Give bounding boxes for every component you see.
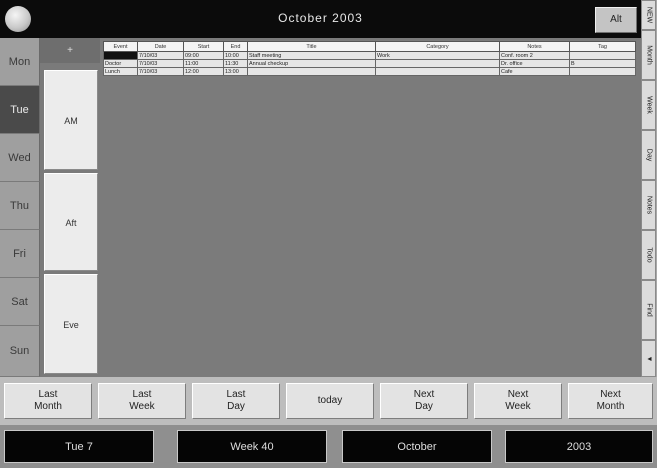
table-cell: B	[569, 59, 636, 68]
tab-month[interactable]: Month	[641, 30, 656, 80]
right-tab-strip: NEW Month Week Day Notes Todo Find ▼	[641, 0, 657, 377]
today-button[interactable]: today	[286, 383, 374, 419]
col-header[interactable]: Title	[247, 41, 376, 52]
slot-aft[interactable]: Aft	[44, 173, 98, 271]
col-header[interactable]: Category	[375, 41, 500, 52]
time-slot-column: + AM Aft Eve	[40, 38, 100, 377]
next-month-button[interactable]: Next Month	[568, 383, 653, 419]
tab-scroll[interactable]: ▼	[641, 340, 656, 377]
table-cell: Doctor	[103, 59, 138, 68]
table-cell	[569, 51, 636, 60]
day-list: Mon Tue Wed Thu Fri Sat Sun	[0, 38, 40, 377]
event-grid-area: Event Date Start End Title Category Note…	[100, 38, 641, 377]
col-header[interactable]: Event	[103, 41, 138, 52]
table-cell: 11:00	[183, 59, 224, 68]
table-cell: Lunch	[103, 67, 138, 76]
last-week-button[interactable]: Last Week	[98, 383, 186, 419]
current-month: October	[342, 430, 492, 463]
table-cell	[569, 67, 636, 76]
last-day-button[interactable]: Last Day	[192, 383, 280, 419]
day-fri[interactable]: Fri	[0, 230, 40, 278]
col-header[interactable]: End	[223, 41, 248, 52]
table-cell	[103, 51, 138, 60]
navigation-bar: Last Month Last Week Last Day today Next…	[0, 377, 657, 425]
table-row[interactable]: Doctor 7/10/03 11:00 11:30 Annual checku…	[103, 59, 636, 68]
next-day-button[interactable]: Next Day	[380, 383, 468, 419]
table-header-row: Event Date Start End Title Category Note…	[103, 41, 636, 52]
tab-week[interactable]: Week	[641, 80, 656, 130]
col-header[interactable]: Tag	[569, 41, 636, 52]
col-header[interactable]: Start	[183, 41, 224, 52]
table-row[interactable]: 7/10/03 09:00 10:00 Staff meeting Work C…	[103, 51, 636, 60]
tab-todo[interactable]: Todo	[641, 230, 656, 280]
table-cell: 12:00	[183, 67, 224, 76]
table-cell: Dr. office	[499, 59, 570, 68]
table-cell: 7/10/03	[137, 59, 184, 68]
table-cell: Cafe	[499, 67, 570, 76]
table-cell: 09:00	[183, 51, 224, 60]
table-cell: Work	[375, 51, 500, 60]
table-cell: 10:00	[223, 51, 248, 60]
tab-notes[interactable]: Notes	[641, 180, 656, 230]
col-header[interactable]: Date	[137, 41, 184, 52]
alt-button[interactable]: Alt	[595, 7, 637, 33]
day-mon[interactable]: Mon	[0, 38, 40, 86]
table-cell: 7/10/03	[137, 67, 184, 76]
tab-day[interactable]: Day	[641, 130, 656, 180]
table-cell: Annual checkup	[247, 59, 376, 68]
event-table: Event Date Start End Title Category Note…	[103, 41, 636, 76]
title-bar: October 2003 Alt	[0, 0, 641, 38]
day-thu[interactable]: Thu	[0, 182, 40, 230]
table-cell: 13:00	[223, 67, 248, 76]
current-week: Week 40	[177, 430, 327, 463]
window-title: October 2003	[278, 11, 363, 25]
table-cell	[375, 67, 500, 76]
tab-find[interactable]: Find	[641, 280, 656, 340]
col-header[interactable]: Notes	[499, 41, 570, 52]
table-cell: 7/10/03	[137, 51, 184, 60]
table-row[interactable]: Lunch 7/10/03 12:00 13:00 Cafe	[103, 67, 636, 76]
day-wed[interactable]: Wed	[0, 134, 40, 182]
slot-am[interactable]: AM	[44, 70, 98, 170]
day-sun[interactable]: Sun	[0, 326, 40, 377]
table-cell: Conf. room 2	[499, 51, 570, 60]
last-month-button[interactable]: Last Month	[4, 383, 92, 419]
table-cell	[375, 59, 500, 68]
current-date: Tue 7	[4, 430, 154, 463]
status-bar: Tue 7 Week 40 October 2003	[0, 425, 657, 468]
tab-new[interactable]: NEW	[641, 0, 656, 30]
next-week-button[interactable]: Next Week	[474, 383, 562, 419]
day-sat[interactable]: Sat	[0, 278, 40, 326]
day-tue[interactable]: Tue	[0, 86, 40, 134]
slot-header[interactable]: +	[40, 38, 100, 63]
current-year: 2003	[505, 430, 653, 463]
table-cell: Staff meeting	[247, 51, 376, 60]
table-cell	[247, 67, 376, 76]
slot-eve[interactable]: Eve	[44, 274, 98, 374]
table-cell: 11:30	[223, 59, 248, 68]
